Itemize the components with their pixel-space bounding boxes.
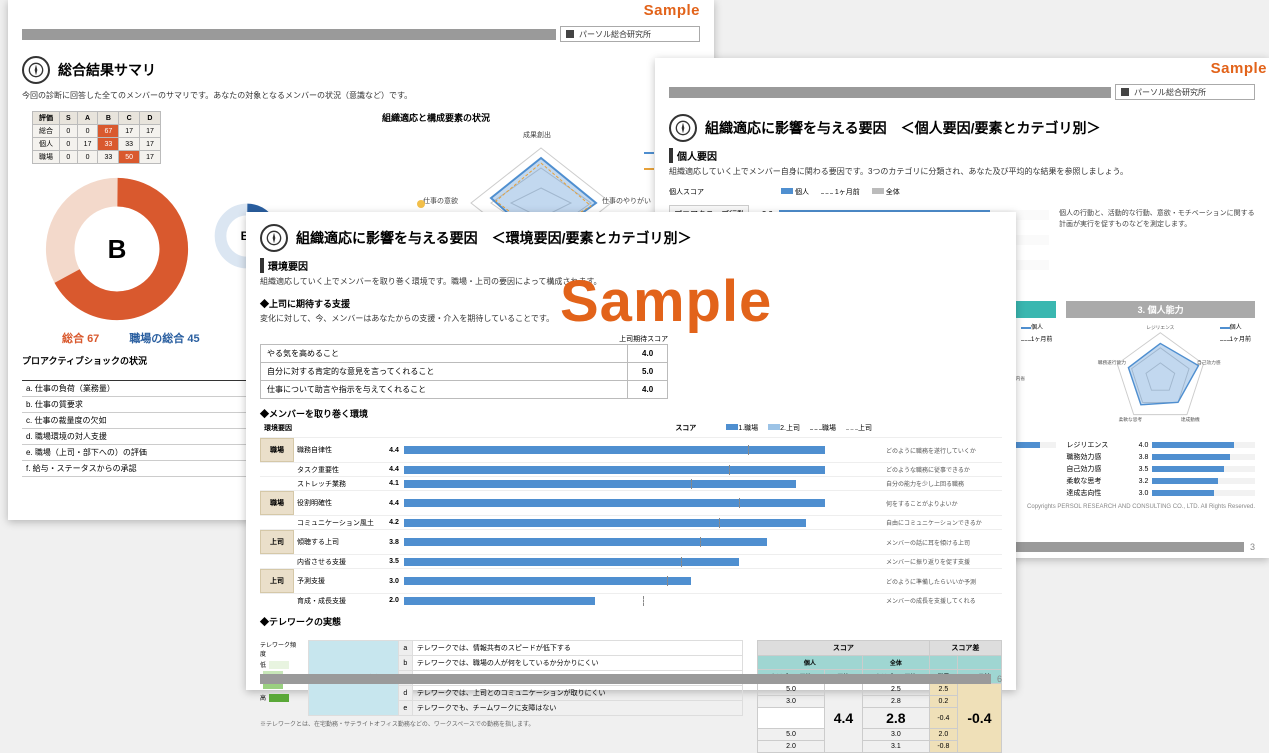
- svg-text:レジリエンス: レジリエンス: [1147, 325, 1175, 330]
- compass-icon: [260, 224, 288, 252]
- svg-text:自己効力感: 自己効力感: [1197, 359, 1221, 366]
- page-title: 総合結果サマリ: [58, 60, 156, 80]
- compass-icon: [669, 114, 697, 142]
- sample-watermark: Sample: [1211, 60, 1267, 77]
- sub-heading: 個人要因: [669, 148, 1255, 163]
- header-bar: パーソル総合研究所: [669, 84, 1255, 100]
- member-legend: 環境要因 スコア 1.職場 2.上司 職場 上司: [260, 423, 1002, 433]
- logo-icon: [565, 29, 575, 39]
- page-footer: 6: [260, 674, 1002, 684]
- page-title: 組織適応に影響を与える要因 ＜環境要因/要素とカテゴリ別＞: [296, 228, 691, 248]
- compass-icon: [22, 56, 50, 84]
- brand-logo: パーソル総合研究所: [560, 26, 700, 42]
- svg-text:職務遂行能力: 職務遂行能力: [1098, 359, 1127, 366]
- support-table: やる気を高めること4.0自分に対する肯定的な意見を言ってくれること5.0仕事につ…: [260, 344, 668, 399]
- rank-table: 評価 SABCD 総合00671717 個人017333317 職場003350…: [32, 111, 161, 164]
- svg-text:柔軟な思考: 柔軟な思考: [1119, 416, 1143, 423]
- donut-main: B: [42, 174, 192, 324]
- subtext: 組織適応していく上でメンバー自身に関わる要因です。3つのカテゴリに分類され、あな…: [669, 166, 1255, 177]
- page-subtext: 今回の診断に回答した全てのメンバーのサマリです。あなたの対象となるメンバーの状況…: [22, 90, 700, 101]
- sample-watermark: Sample: [644, 2, 700, 19]
- category-note: 個人の行動と、活動的な行動、意欲・モチベーションに関する計画が実行を促すものなど…: [1059, 199, 1255, 280]
- sample-watermark-large: Sample: [560, 268, 772, 335]
- member-heading: ◆メンバーを取り巻く環境: [260, 407, 1002, 420]
- section-title: 総合結果サマリ: [22, 56, 700, 84]
- section-title: 組織適応に影響を与える要因 ＜環境要因/要素とカテゴリ別＞: [260, 224, 1002, 252]
- telework-footnote: ※テレワークとは、在宅勤務・サテライトオフィス勤務などの、ワークスペースでの勤務…: [260, 719, 743, 728]
- telework-score-table: スコアスコア差 個人全体 カテゴリ\n平均平均カテゴリ\n平均業界1ヶ月前 5.…: [757, 640, 1002, 753]
- page-title: 組織適応に影響を与える要因 ＜個人要因/要素とカテゴリ別＞: [705, 118, 1100, 138]
- bar-legend: 個人スコア 個人 1ヶ月前 全体: [779, 187, 1255, 197]
- section-title: 組織適応に影響を与える要因 ＜個人要因/要素とカテゴリ別＞: [669, 114, 1255, 142]
- telework-left: テレワーク頻度 低 高 テレワークの実態aテレワークでは、情報共有のスピードが低…: [260, 640, 743, 753]
- logo-icon: [1120, 87, 1130, 97]
- brand-logo: パーソル総合研究所: [1115, 84, 1255, 100]
- header-bar: パーソル総合研究所: [22, 26, 700, 42]
- member-table: 職場職務自律性4.4どのように職務を遂行していくかタスク重要性4.4どのような職…: [260, 437, 1002, 607]
- svg-text:達成動機: 達成動機: [1181, 416, 1200, 423]
- telework-heading: ◆テレワークの実態: [260, 615, 1002, 628]
